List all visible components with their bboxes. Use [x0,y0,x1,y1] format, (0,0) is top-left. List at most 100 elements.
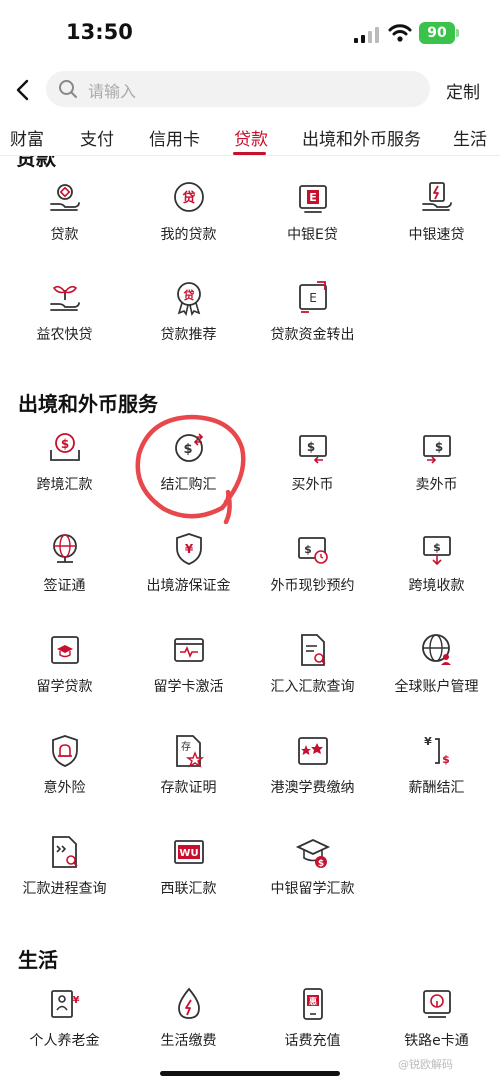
tab-payment[interactable]: 支付 [80,125,114,150]
service-label: 贷款推荐 [160,327,217,343]
section-title-life: 生活 [18,948,58,972]
service-label: 生活缴费 [160,1033,217,1049]
service-item-loan-recommend[interactable]: 贷 贷款推荐 [126,280,251,360]
service-item-hkmo-tuition[interactable]: 港澳学费缴纳 [250,733,375,813]
service-item-loan-transfer[interactable]: E 贷款资金转出 [250,280,375,360]
service-item-cash-booking[interactable]: $ 外币现钞预约 [250,531,375,611]
service-item-western-union[interactable]: WU 西联汇款 [126,834,251,914]
customize-button[interactable]: 定制 [446,78,480,103]
service-item-utility[interactable]: 生活缴费 [126,986,251,1066]
service-label: 话费充值 [284,1033,341,1049]
signal-icon [354,27,379,43]
tab-life[interactable]: 生活 [453,125,487,150]
shield-alarm-icon [51,735,78,767]
pension-icon: ¥ [50,990,79,1018]
e-loan-icon: E [298,185,327,213]
doc-search-icon [300,634,326,666]
railway-icon [422,990,451,1018]
utility-icon [177,987,200,1019]
service-item-cross-remit[interactable]: $ 跨境汇款 [2,430,127,510]
service-label: 益农快贷 [36,327,93,343]
service-item-e-loan[interactable]: E 中银E贷 [250,180,375,260]
salary-fx-icon: ¥ $ [424,735,450,766]
svg-text:存: 存 [181,740,191,753]
deposit-cert-icon: 存 [175,735,204,768]
svg-text:$: $ [183,442,192,457]
sprout-icon [49,285,80,311]
svg-text:$: $ [60,437,68,451]
watermark: @锐欧解码 [398,1058,453,1071]
svg-text:贷: 贷 [182,190,195,206]
service-item-global-account[interactable]: 全球账户管理 [374,632,499,712]
service-label: 薪酬结汇 [408,780,465,796]
service-item-railway[interactable]: 铁路e卡通 [374,986,499,1066]
service-label: 港澳学费缴纳 [270,780,355,796]
service-item-inward-query[interactable]: 汇入汇款查询 [250,632,375,712]
service-list: 贷款 贷款 贷 我的贷款 E 中银E贷 中银速贷 益农快贷 贷 贷款推荐 E 贷… [0,156,500,1084]
service-item-deposit-cert[interactable]: 存 存款证明 [126,733,251,813]
status-time: 13:50 [66,20,133,44]
service-label: 意外险 [43,780,86,796]
tab-fx-service[interactable]: 出境和外币服务 [302,125,421,150]
study-loan-icon [50,636,79,664]
tab-credit-card[interactable]: 信用卡 [149,125,200,150]
service-item-fast-loan[interactable]: 中银速贷 [374,180,499,260]
svg-text:¥: ¥ [184,542,193,556]
service-item-visa[interactable]: 签证通 [2,531,127,611]
tab-loan[interactable]: 贷款 [234,125,268,150]
service-item-study-loan[interactable]: 留学贷款 [2,632,127,712]
service-label: 个人养老金 [29,1033,100,1049]
globe-icon [52,534,77,563]
back-icon[interactable] [12,78,36,102]
service-label: 贷款 [50,227,79,243]
service-label: 全球账户管理 [394,679,479,695]
home-indicator [160,1071,340,1076]
service-item-agri-loan[interactable]: 益农快贷 [2,280,127,360]
service-label: 贷款资金转出 [270,327,355,343]
search-icon [59,80,77,98]
cross-remit-icon: $ [49,433,80,461]
cash-clock-icon: $ [297,537,328,564]
service-label: 买外币 [291,477,334,493]
western-union-icon: WU [173,840,204,864]
service-item-study-remit[interactable]: $ 中银留学汇款 [250,834,375,914]
service-label: 留学贷款 [36,679,93,695]
sell-fx-icon: $ [422,435,451,464]
service-item-sell-fx[interactable]: $ 卖外币 [374,430,499,510]
service-item-salary-fx[interactable]: ¥ $ 薪酬结汇 [374,733,499,813]
service-item-remit-progress[interactable]: 汇款进程查询 [2,834,127,914]
service-label: 结汇购汇 [160,477,217,493]
service-item-my-loan[interactable]: 贷 我的贷款 [126,180,251,260]
receive-icon: $ [422,536,451,566]
tuition-icon [297,737,328,765]
svg-text:$: $ [317,859,323,869]
exchange-icon: $ [174,433,203,462]
service-item-pension[interactable]: ¥ 个人养老金 [2,986,127,1066]
search-input[interactable]: 请输入 [46,71,430,107]
search-placeholder: 请输入 [88,82,137,101]
svg-text:E: E [309,191,317,204]
service-item-phone-topup[interactable]: 惠 话费充值 [250,986,375,1066]
active-tab-indicator [233,152,266,155]
service-item-accident-insurance[interactable]: 意外险 [2,733,127,813]
service-item-card-activate[interactable]: 留学卡激活 [126,632,251,712]
service-label: 卖外币 [415,477,458,493]
service-label: 签证通 [43,578,86,594]
service-item-loan[interactable]: 贷款 [2,180,127,260]
loan-ribbon-icon: 贷 [176,282,201,316]
battery-nub [456,29,459,37]
phone-topup-icon: 惠 [302,988,323,1020]
svg-text:¥: ¥ [72,995,79,1006]
svg-text:惠: 惠 [309,996,317,1006]
service-label: 汇入汇款查询 [270,679,355,695]
wifi-icon [388,24,412,42]
service-item-buy-fx[interactable]: $ 买外币 [250,430,375,510]
service-item-cross-receive[interactable]: $ 跨境收款 [374,531,499,611]
battery-icon: 90 [419,22,455,44]
service-item-travel-deposit[interactable]: ¥ 出境游保证金 [126,531,251,611]
service-item-fx-exchange[interactable]: $ 结汇购汇 [126,430,251,510]
tab-wealth[interactable]: 财富 [10,125,44,150]
service-label: 汇款进程查询 [22,881,107,897]
svg-text:$: $ [306,440,314,454]
service-label: 留学卡激活 [153,679,224,695]
